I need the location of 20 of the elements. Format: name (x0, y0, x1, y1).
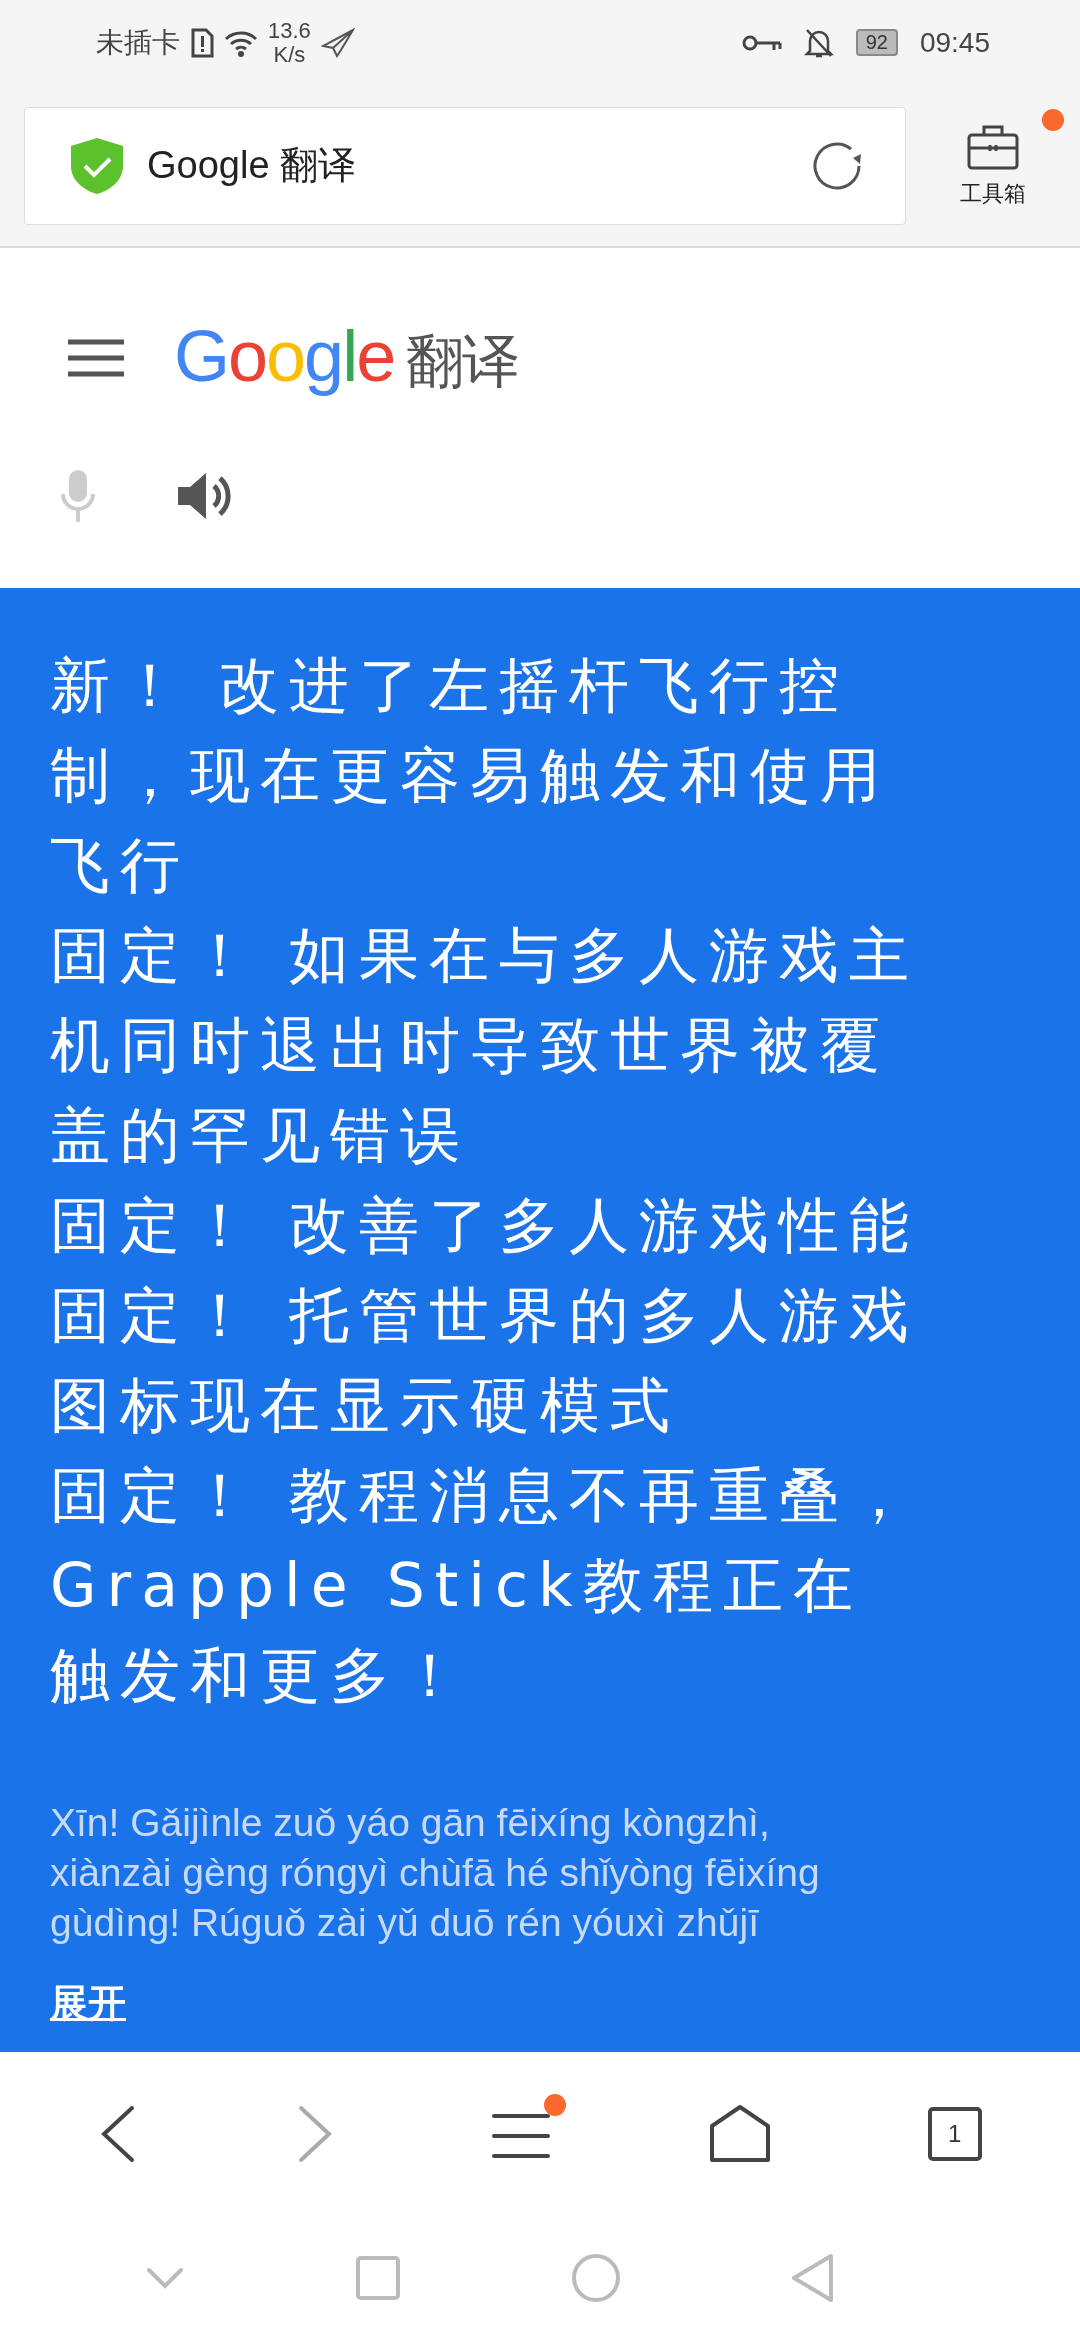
translated-text: 新！ 改进了左摇杆飞行控制，现在更容易触发和使用飞行 (50, 649, 891, 902)
toolbox-label: 工具箱 (960, 179, 1026, 208)
google-translate-logo: Google 翻译 (174, 315, 519, 398)
menu-icon[interactable] (68, 338, 124, 378)
home-icon (708, 2103, 771, 2164)
sim-alert-icon (190, 27, 214, 58)
clock-time: 09:45 (919, 26, 990, 59)
romanization-text: Xīn! Gǎijìnle zuǒ yáo gān fēixíng kòngzhì, xiànzài gèng róngyì chùfā hé shǐyòng fēixíng gùdìng! Rúguǒ zài yǔ duō rén yóuxì zhǔjī (50, 1800, 821, 1946)
battery-level: 92 (855, 29, 898, 56)
translated-text: 固定！ 托管世界的多人游戏图标现在显示硬模式 (50, 1279, 920, 1442)
speed-unit: K/s (273, 42, 306, 67)
translated-text: 固定！ 教程消息不再重叠，Grapple Stick教程正在触发和更多！ (50, 1459, 920, 1712)
page-title: Google 翻译 (147, 143, 358, 188)
expand-link[interactable]: 展开 (50, 1978, 126, 2029)
address-bar[interactable]: Google 翻译 (24, 106, 906, 225)
carrier-text: 未插卡 (96, 25, 180, 60)
translated-text: 固定！ 改善了多人游戏性能 (50, 1189, 920, 1262)
speed-value: 13.6 (268, 18, 311, 43)
paper-plane-icon (320, 27, 355, 58)
translated-text: 固定！ 如果在与多人游戏主机同时退出时导致世界被覆盖的罕见错误 (50, 919, 920, 1172)
